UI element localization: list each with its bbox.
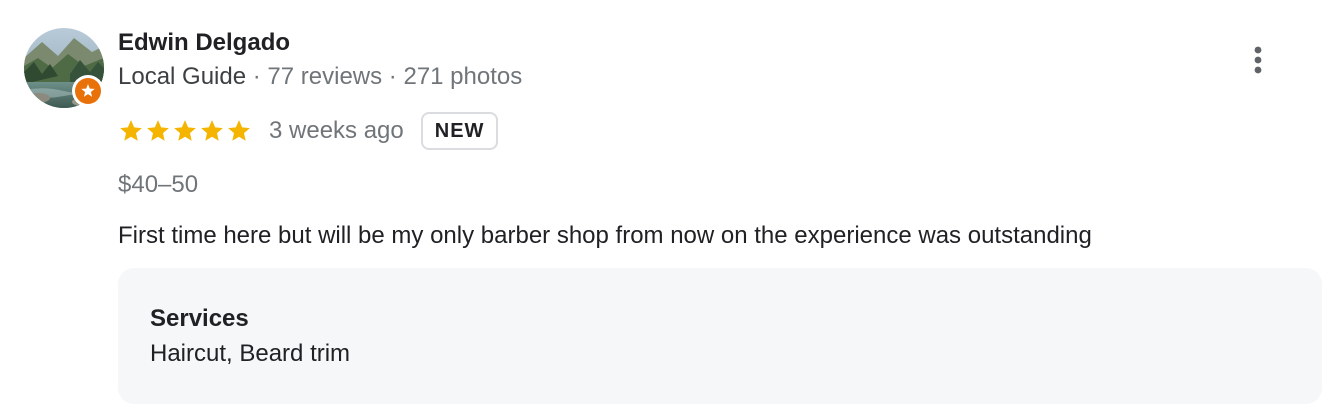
star-icon [120,120,142,141]
services-card: Services Haircut, Beard trim [118,268,1322,404]
more-options-button[interactable] [1238,38,1278,82]
local-guide-label: Local Guide [118,63,247,90]
new-badge: NEW [420,112,499,150]
meta-separator: · [382,63,404,90]
star-icon [201,120,223,141]
star-icon [147,120,169,141]
price-range: $40–50 [118,171,199,198]
review-time: 3 weeks ago [269,117,404,144]
services-title: Services [150,305,249,332]
photos-count: 271 photos [403,63,523,90]
star-icon [174,120,196,141]
reviewer-name[interactable]: Edwin Delgado [118,28,290,58]
services-value: Haircut, Beard trim [150,340,351,367]
review-card: Edwin Delgado Local Guide · 77 reviews ·… [0,0,1326,416]
rating-row: 3 weeks ago NEW [118,110,499,152]
more-vertical-icon [1254,46,1262,74]
star-rating [118,118,252,144]
star-icon [228,120,250,141]
reviewer-meta[interactable]: Local Guide · 77 reviews · 271 photos [118,62,522,92]
meta-separator: · [246,63,268,90]
reviews-count: 77 reviews [267,63,383,90]
review-text: First time here but will be my only barb… [118,222,1092,249]
local-guide-badge [72,75,104,107]
local-guide-star-icon [75,78,101,104]
